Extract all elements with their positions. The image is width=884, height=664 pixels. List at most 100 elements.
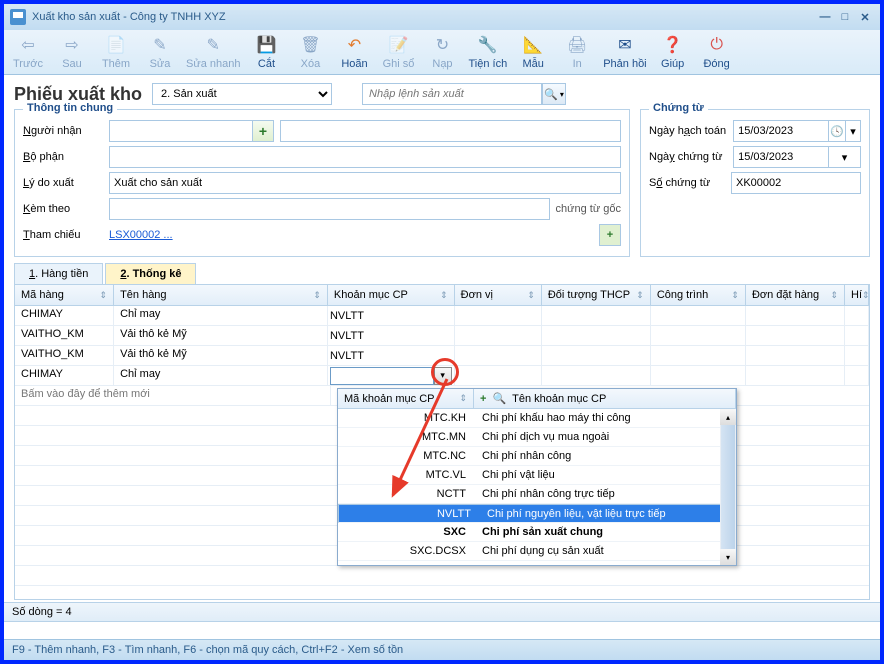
minimize-button[interactable]: — [816, 9, 834, 25]
col-header[interactable]: Khoản mục CP⇕ [328, 285, 455, 305]
doc-date-label: Ngày chứng từ [649, 151, 733, 163]
power-icon: ⏻ [706, 34, 728, 56]
grid-header: Mã hàng⇕Tên hàng⇕Khoản mục CP⇕Đơn vị⇕Đối… [15, 285, 869, 306]
delete-icon: 🗑 [299, 34, 321, 56]
receiver-name-input[interactable] [280, 120, 621, 142]
type-select[interactable]: 2. Sản xuất [152, 83, 332, 105]
general-info-group: Thông tin chung Người nhận + Bộ phận Lý … [14, 109, 630, 257]
reload-icon: ↻ [431, 34, 453, 56]
acct-date-label: Ngày hạch toán [649, 125, 733, 137]
tab-hangtien[interactable]: 1. Hàng tiền [14, 263, 103, 284]
save-icon: 💾 [255, 34, 277, 56]
calendar-button[interactable]: 🕓 [829, 120, 846, 142]
group-label: Chứng từ [649, 102, 708, 114]
edit-button[interactable]: ✎Sửa [142, 34, 178, 70]
annotation-arrow [353, 373, 463, 503]
date-dropdown[interactable]: ▾ [829, 146, 861, 168]
search-input[interactable] [362, 83, 542, 105]
add-button[interactable]: 📄Thêm [98, 34, 134, 70]
delete-button[interactable]: 🗑Xóa [292, 34, 328, 70]
dept-input[interactable] [109, 146, 621, 168]
help-icon: ❓ [662, 34, 684, 56]
ref-label: Tham chiếu [23, 229, 109, 241]
col-header[interactable]: Mã hàng⇕ [15, 285, 114, 305]
row-count: Số dòng = 4 [12, 606, 72, 618]
group-label: Thông tin chung [23, 102, 117, 114]
window-title: Xuất kho sản xuất - Công ty TNHH XYZ [32, 11, 226, 23]
scrollbar[interactable]: ▴▾ [720, 409, 736, 565]
template-icon: 📐 [522, 34, 544, 56]
search-icon: 🔍 [544, 88, 558, 101]
mail-icon: ✉ [614, 34, 636, 56]
plus-icon[interactable]: + [480, 393, 486, 405]
col-header[interactable]: Tên hàng⇕ [114, 285, 328, 305]
search-icon[interactable]: 🔍 [492, 392, 506, 405]
page-header: Phiếu xuất kho 2. Sản xuất 🔍▾ [4, 75, 880, 109]
doc-add-icon: 📄 [105, 34, 127, 56]
attach-note: chứng từ gốc [556, 203, 621, 215]
quick-edit-icon: ✎ [202, 34, 224, 56]
dd-col-name: Tên khoản mục CP [512, 393, 606, 405]
dropdown-item[interactable]: SXC.DCSXChi phí dụng cụ sản xuất [338, 542, 736, 561]
close-tab-button[interactable]: ⏻Đóng [699, 34, 735, 70]
col-header[interactable]: Đối tượng THCP⇕ [542, 285, 651, 305]
ref-link[interactable]: LSX00002 ... [109, 229, 173, 241]
prev-button[interactable]: ⇦Trước [10, 34, 46, 70]
calendar-icon: 🕓 [830, 125, 844, 138]
feedback-button[interactable]: ✉Phản hồi [603, 34, 646, 70]
add-receiver-button[interactable]: + [252, 120, 274, 142]
close-button[interactable]: ✕ [856, 9, 874, 25]
print-button[interactable]: 🖨In [559, 34, 595, 70]
maximize-button[interactable]: □ [836, 9, 854, 25]
toolbar: ⇦Trước ⇨Sau 📄Thêm ✎Sửa ✎Sửa nhanh 💾Cắt 🗑… [4, 30, 880, 75]
table-row[interactable]: VAITHO_KMVải thô kẻ MỹNVLTT [15, 326, 869, 346]
voucher-group: Chứng từ Ngày hạch toán 🕓 ▾ Ngày chứng t… [640, 109, 870, 257]
highlight-circle [431, 358, 459, 386]
col-header[interactable]: Đơn đặt hàng⇕ [746, 285, 845, 305]
doc-no-input[interactable] [731, 172, 861, 194]
tabs: 1. Hàng tiền 2. Thống kê [4, 263, 880, 284]
col-header[interactable]: Đơn vị⇕ [455, 285, 542, 305]
data-grid: Mã hàng⇕Tên hàng⇕Khoản mục CP⇕Đơn vị⇕Đối… [14, 284, 870, 600]
doc-date-input[interactable] [733, 146, 829, 168]
template-button[interactable]: 📐Mẫu [515, 34, 551, 70]
attach-label: Kèm theo [23, 203, 109, 215]
record-button[interactable]: 📝Ghi sổ [380, 34, 416, 70]
undo-icon: ↶ [343, 34, 365, 56]
search-bar: 🔍▾ [362, 83, 566, 105]
table-row[interactable]: CHIMAYChỉ mayNVLTT [15, 306, 869, 326]
arrow-right-icon: ⇨ [61, 34, 83, 56]
edit-icon: ✎ [149, 34, 171, 56]
search-button[interactable]: 🔍▾ [542, 83, 566, 105]
dropdown-item[interactable]: SXCChi phí sản xuất chung [338, 523, 736, 542]
col-header[interactable]: Hí⇕ [845, 285, 869, 305]
acct-date-input[interactable] [733, 120, 829, 142]
doc-no-label: Số chứng từ [649, 177, 731, 189]
cut-button[interactable]: 💾Cắt [248, 34, 284, 70]
dept-label: Bộ phận [23, 151, 109, 163]
reason-label: Lý do xuất [23, 177, 109, 189]
help-button[interactable]: ❓Giúp [655, 34, 691, 70]
print-icon: 🖨 [566, 34, 588, 56]
next-button[interactable]: ⇨Sau [54, 34, 90, 70]
attach-input[interactable] [109, 198, 550, 220]
reason-input[interactable]: Xuất cho sản xuất [109, 172, 621, 194]
reload-button[interactable]: ↻Nạp [424, 34, 460, 70]
undo-button[interactable]: ↶Hoãn [336, 34, 372, 70]
utility-button[interactable]: 🔧Tiện ích [468, 34, 507, 70]
utility-icon: 🔧 [477, 34, 499, 56]
quick-edit-button[interactable]: ✎Sửa nhanh [186, 34, 240, 70]
app-icon [10, 9, 26, 25]
add-ref-button[interactable]: + [599, 224, 621, 246]
tab-thongke[interactable]: 2. Thống kê [105, 263, 196, 284]
col-header[interactable]: Công trình⇕ [651, 285, 746, 305]
plus-icon: + [607, 229, 613, 241]
grid-footer: Số dòng = 4 [4, 602, 880, 621]
dropdown-item[interactable]: NVLTTChi phí nguyên liệu, vật liệu trực … [338, 504, 736, 523]
receiver-label: Người nhận [23, 125, 109, 137]
status-bar: F9 - Thêm nhanh, F3 - Tìm nhanh, F6 - ch… [4, 639, 880, 660]
title-bar: Xuất kho sản xuất - Công ty TNHH XYZ — □… [4, 4, 880, 30]
arrow-left-icon: ⇦ [17, 34, 39, 56]
date-dropdown[interactable]: ▾ [846, 120, 861, 142]
receiver-code-input[interactable] [109, 120, 253, 142]
